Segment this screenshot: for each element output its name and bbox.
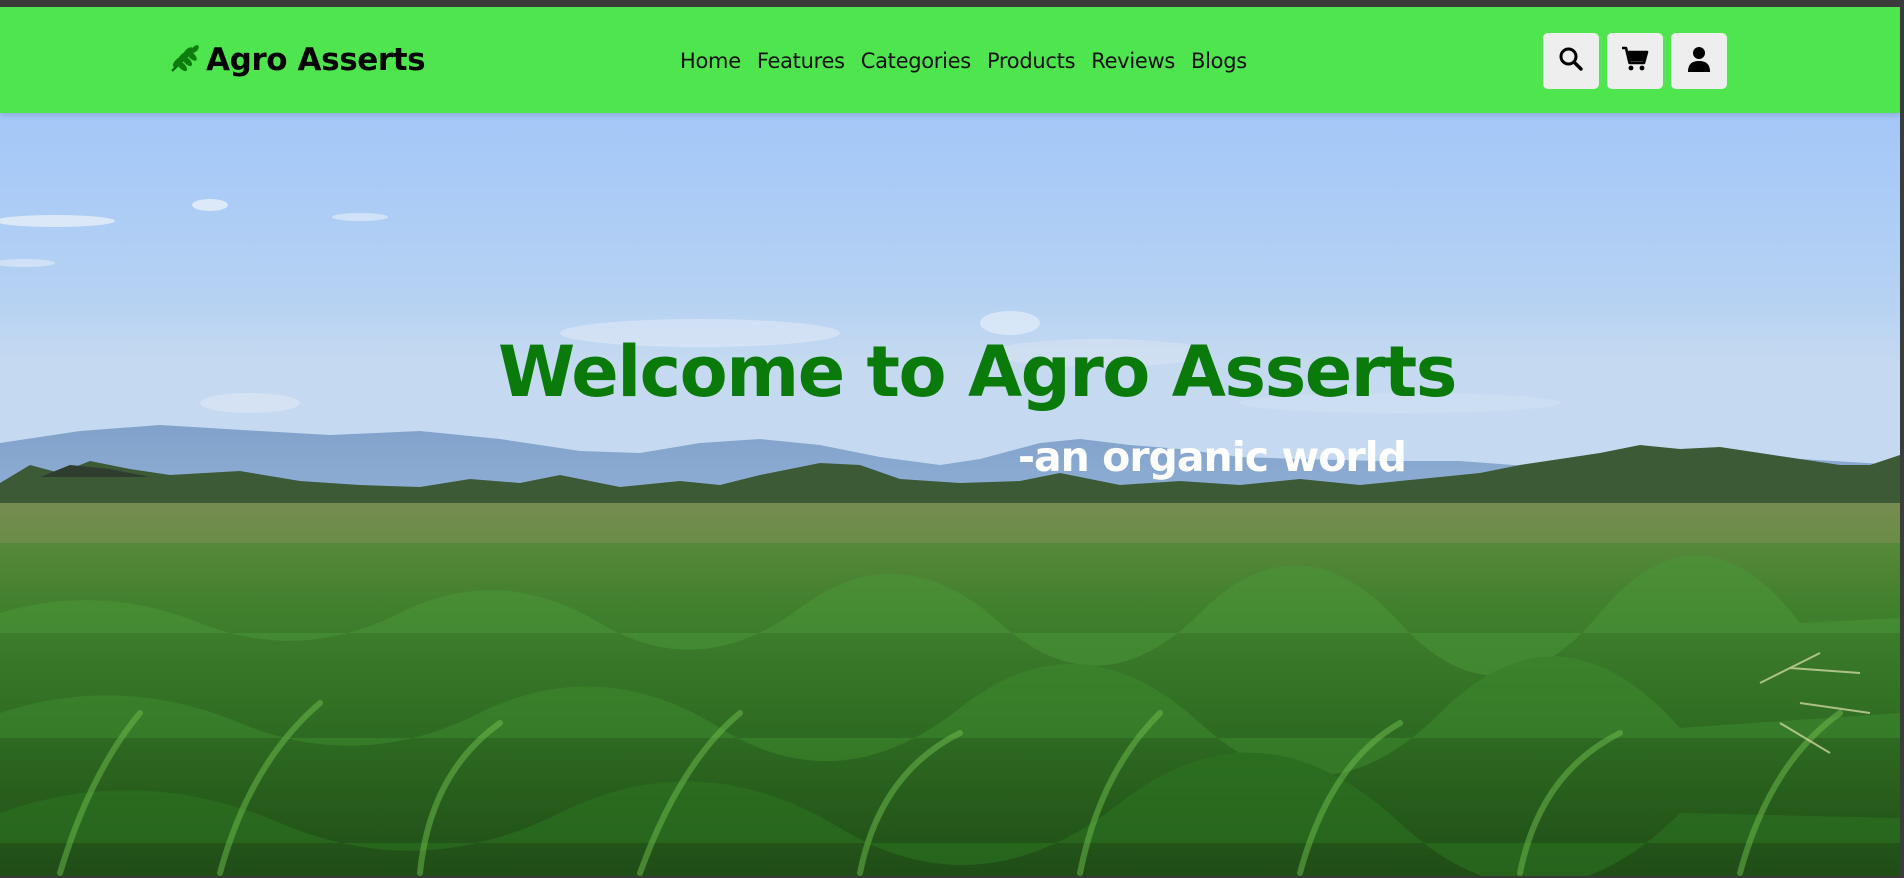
nav-link-home[interactable]: Home	[680, 49, 741, 73]
nav-link-features[interactable]: Features	[757, 49, 845, 73]
search-icon	[1558, 46, 1584, 76]
cart-icon	[1621, 46, 1649, 76]
hero-section: Welcome to Agro Asserts -an organic worl…	[0, 113, 1900, 876]
nav-link-categories[interactable]: Categories	[861, 49, 972, 73]
nav-link-reviews[interactable]: Reviews	[1091, 49, 1175, 73]
hero-subtitle: -an organic world	[1018, 433, 1407, 481]
cart-button[interactable]	[1607, 33, 1663, 89]
page-viewport: Agro Asserts Home Features Categories Pr…	[0, 7, 1900, 876]
hero-title: Welcome to Agro Asserts	[498, 331, 1457, 413]
hero-text-block: Welcome to Agro Asserts -an organic worl…	[0, 113, 1900, 876]
site-header: Agro Asserts Home Features Categories Pr…	[0, 7, 1900, 113]
brand-name: Agro Asserts	[206, 42, 426, 78]
user-icon	[1687, 46, 1711, 76]
search-button[interactable]	[1543, 33, 1599, 89]
browser-window: Agro Asserts Home Features Categories Pr…	[0, 0, 1904, 878]
nav-link-blogs[interactable]: Blogs	[1191, 49, 1247, 73]
brand-logo[interactable]: Agro Asserts	[168, 40, 426, 80]
nav-link-products[interactable]: Products	[987, 49, 1076, 73]
leaf-icon	[168, 41, 202, 79]
window-top-border	[0, 0, 1904, 7]
window-right-border	[1900, 7, 1904, 878]
header-icon-group	[1543, 33, 1727, 89]
account-button[interactable]	[1671, 33, 1727, 89]
main-nav: Home Features Categories Products Review…	[680, 43, 1247, 79]
